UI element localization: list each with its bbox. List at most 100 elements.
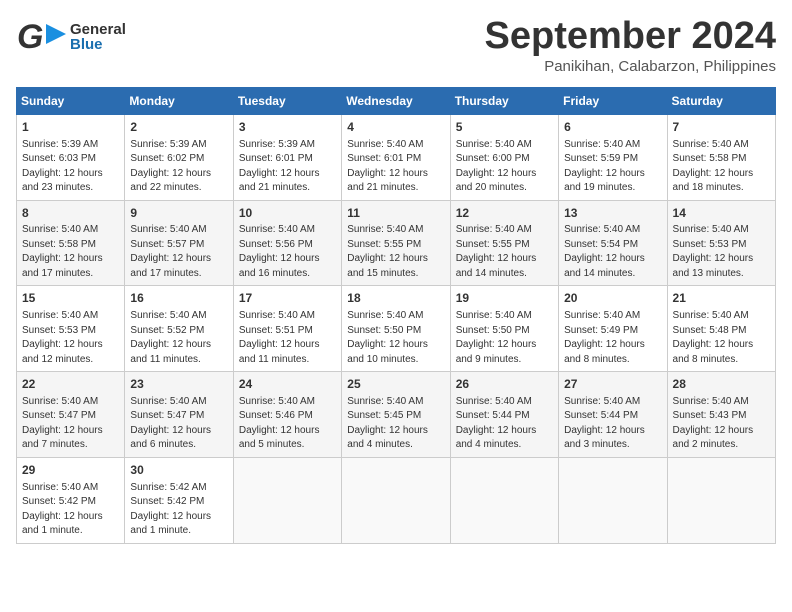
day-number: 14 (673, 205, 770, 222)
day-number: 12 (456, 205, 553, 222)
table-row: 1 Sunrise: 5:39 AMSunset: 6:03 PMDaylight… (17, 114, 125, 200)
day-info: Sunrise: 5:40 AMSunset: 5:56 PMDaylight:… (239, 223, 336, 281)
table-row: 3Sunrise: 5:39 AMSunset: 6:01 PMDaylight… (233, 114, 341, 200)
day-number: 8 (22, 205, 119, 222)
day-info: Sunrise: 5:40 AMSunset: 6:01 PMDaylight:… (347, 138, 444, 196)
day-info: Sunrise: 5:40 AMSunset: 5:51 PMDaylight:… (239, 309, 336, 367)
table-row: 25Sunrise: 5:40 AMSunset: 5:45 PMDayligh… (342, 372, 450, 458)
calendar-week-row: 15 Sunrise: 5:40 AMSunset: 5:53 PMDayligh… (17, 286, 776, 372)
day-number: 21 (673, 290, 770, 307)
day-number: 26 (456, 376, 553, 393)
table-row: 20 Sunrise: 5:40 AMSunset: 5:49 PMDayligh… (559, 286, 667, 372)
day-number: 4 (347, 119, 444, 136)
day-number: 2 (130, 119, 227, 136)
day-number: 24 (239, 376, 336, 393)
calendar-week-row: 29Sunrise: 5:40 AMSunset: 5:42 PMDayligh… (17, 457, 776, 543)
table-row: 29Sunrise: 5:40 AMSunset: 5:42 PMDayligh… (17, 457, 125, 543)
table-row: 17 Sunrise: 5:40 AMSunset: 5:51 PMDayligh… (233, 286, 341, 372)
day-info: Sunrise: 5:40 AMSunset: 5:58 PMDaylight:… (673, 138, 770, 196)
location-title: Panikihan, Calabarzon, Philippines (485, 58, 777, 75)
day-info: Sunrise: 5:40 AMSunset: 5:53 PMDaylight:… (673, 223, 770, 281)
day-info: Sunrise: 5:40 AMSunset: 5:47 PMDaylight:… (130, 395, 227, 453)
col-friday: Friday (559, 87, 667, 114)
day-info: Sunrise: 5:40 AMSunset: 5:43 PMDaylight:… (673, 395, 770, 453)
col-wednesday: Wednesday (342, 87, 450, 114)
day-number: 27 (564, 376, 661, 393)
day-info: Sunrise: 5:40 AMSunset: 5:55 PMDaylight:… (456, 223, 553, 281)
day-number: 11 (347, 205, 444, 222)
day-number: 20 (564, 290, 661, 307)
day-number: 1 (22, 119, 119, 136)
table-row: 6 Sunrise: 5:40 AMSunset: 5:59 PMDaylight… (559, 114, 667, 200)
table-row: 8Sunrise: 5:40 AMSunset: 5:58 PMDaylight… (17, 200, 125, 286)
col-saturday: Saturday (667, 87, 775, 114)
page-header: G General Blue September 2024 Panikihan,… (16, 16, 776, 75)
day-number: 30 (130, 462, 227, 479)
table-row (233, 457, 341, 543)
day-number: 3 (239, 119, 336, 136)
svg-text:G: G (17, 18, 43, 56)
day-info: Sunrise: 5:40 AMSunset: 5:55 PMDaylight:… (347, 223, 444, 281)
day-number: 23 (130, 376, 227, 393)
day-number: 17 (239, 290, 336, 307)
table-row: 21 Sunrise: 5:40 AMSunset: 5:48 PMDayligh… (667, 286, 775, 372)
calendar-header-row: Sunday Monday Tuesday Wednesday Thursday… (17, 87, 776, 114)
day-number: 29 (22, 462, 119, 479)
day-number: 19 (456, 290, 553, 307)
table-row (667, 457, 775, 543)
calendar-table: Sunday Monday Tuesday Wednesday Thursday… (16, 87, 776, 544)
day-number: 9 (130, 205, 227, 222)
table-row: 26 Sunrise: 5:40 AMSunset: 5:44 PMDayligh… (450, 372, 558, 458)
logo: G General Blue (16, 16, 126, 58)
day-number: 22 (22, 376, 119, 393)
table-row: 9Sunrise: 5:40 AMSunset: 5:57 PMDaylight… (125, 200, 233, 286)
day-number: 25 (347, 376, 444, 393)
day-info: Sunrise: 5:39 AMSunset: 6:03 PMDaylight:… (22, 138, 119, 196)
day-info: Sunrise: 5:40 AMSunset: 5:48 PMDaylight:… (673, 309, 770, 367)
col-monday: Monday (125, 87, 233, 114)
day-number: 28 (673, 376, 770, 393)
day-info: Sunrise: 5:40 AMSunset: 5:49 PMDaylight:… (564, 309, 661, 367)
calendar-week-row: 1 Sunrise: 5:39 AMSunset: 6:03 PMDaylight… (17, 114, 776, 200)
table-row: 7Sunrise: 5:40 AMSunset: 5:58 PMDaylight… (667, 114, 775, 200)
table-row: 14Sunrise: 5:40 AMSunset: 5:53 PMDayligh… (667, 200, 775, 286)
day-info: Sunrise: 5:40 AMSunset: 5:53 PMDaylight:… (22, 309, 119, 367)
table-row: 28 Sunrise: 5:40 AMSunset: 5:43 PMDayligh… (667, 372, 775, 458)
table-row: 30 Sunrise: 5:42 AMSunset: 5:42 PMDayligh… (125, 457, 233, 543)
day-info: Sunrise: 5:40 AMSunset: 5:58 PMDaylight:… (22, 223, 119, 281)
day-info: Sunrise: 5:40 AMSunset: 5:52 PMDaylight:… (130, 309, 227, 367)
day-info: Sunrise: 5:40 AMSunset: 5:47 PMDaylight:… (22, 395, 119, 453)
day-number: 18 (347, 290, 444, 307)
table-row: 19 Sunrise: 5:40 AMSunset: 5:50 PMDayligh… (450, 286, 558, 372)
col-thursday: Thursday (450, 87, 558, 114)
day-info: Sunrise: 5:42 AMSunset: 5:42 PMDaylight:… (130, 481, 227, 539)
day-number: 15 (22, 290, 119, 307)
day-number: 5 (456, 119, 553, 136)
day-info: Sunrise: 5:40 AMSunset: 5:44 PMDaylight:… (456, 395, 553, 453)
day-info: Sunrise: 5:40 AMSunset: 5:59 PMDaylight:… (564, 138, 661, 196)
table-row: 15 Sunrise: 5:40 AMSunset: 5:53 PMDayligh… (17, 286, 125, 372)
table-row: 27Sunrise: 5:40 AMSunset: 5:44 PMDayligh… (559, 372, 667, 458)
table-row: 4 Sunrise: 5:40 AMSunset: 6:01 PMDaylight… (342, 114, 450, 200)
day-info: Sunrise: 5:40 AMSunset: 5:54 PMDaylight:… (564, 223, 661, 281)
title-area: September 2024 Panikihan, Calabarzon, Ph… (485, 16, 777, 75)
table-row: 5Sunrise: 5:40 AMSunset: 6:00 PMDaylight… (450, 114, 558, 200)
table-row: 24 Sunrise: 5:40 AMSunset: 5:46 PMDayligh… (233, 372, 341, 458)
day-number: 6 (564, 119, 661, 136)
day-info: Sunrise: 5:39 AMSunset: 6:02 PMDaylight:… (130, 138, 227, 196)
table-row: 10Sunrise: 5:40 AMSunset: 5:56 PMDayligh… (233, 200, 341, 286)
calendar-week-row: 22 Sunrise: 5:40 AMSunset: 5:47 PMDayligh… (17, 372, 776, 458)
table-row (559, 457, 667, 543)
col-sunday: Sunday (17, 87, 125, 114)
col-tuesday: Tuesday (233, 87, 341, 114)
day-number: 10 (239, 205, 336, 222)
table-row: 18Sunrise: 5:40 AMSunset: 5:50 PMDayligh… (342, 286, 450, 372)
day-info: Sunrise: 5:40 AMSunset: 5:50 PMDaylight:… (456, 309, 553, 367)
table-row: 12Sunrise: 5:40 AMSunset: 5:55 PMDayligh… (450, 200, 558, 286)
day-info: Sunrise: 5:40 AMSunset: 5:46 PMDaylight:… (239, 395, 336, 453)
table-row: 13Sunrise: 5:40 AMSunset: 5:54 PMDayligh… (559, 200, 667, 286)
month-title: September 2024 (485, 16, 777, 58)
day-info: Sunrise: 5:40 AMSunset: 5:57 PMDaylight:… (130, 223, 227, 281)
table-row (450, 457, 558, 543)
day-number: 13 (564, 205, 661, 222)
